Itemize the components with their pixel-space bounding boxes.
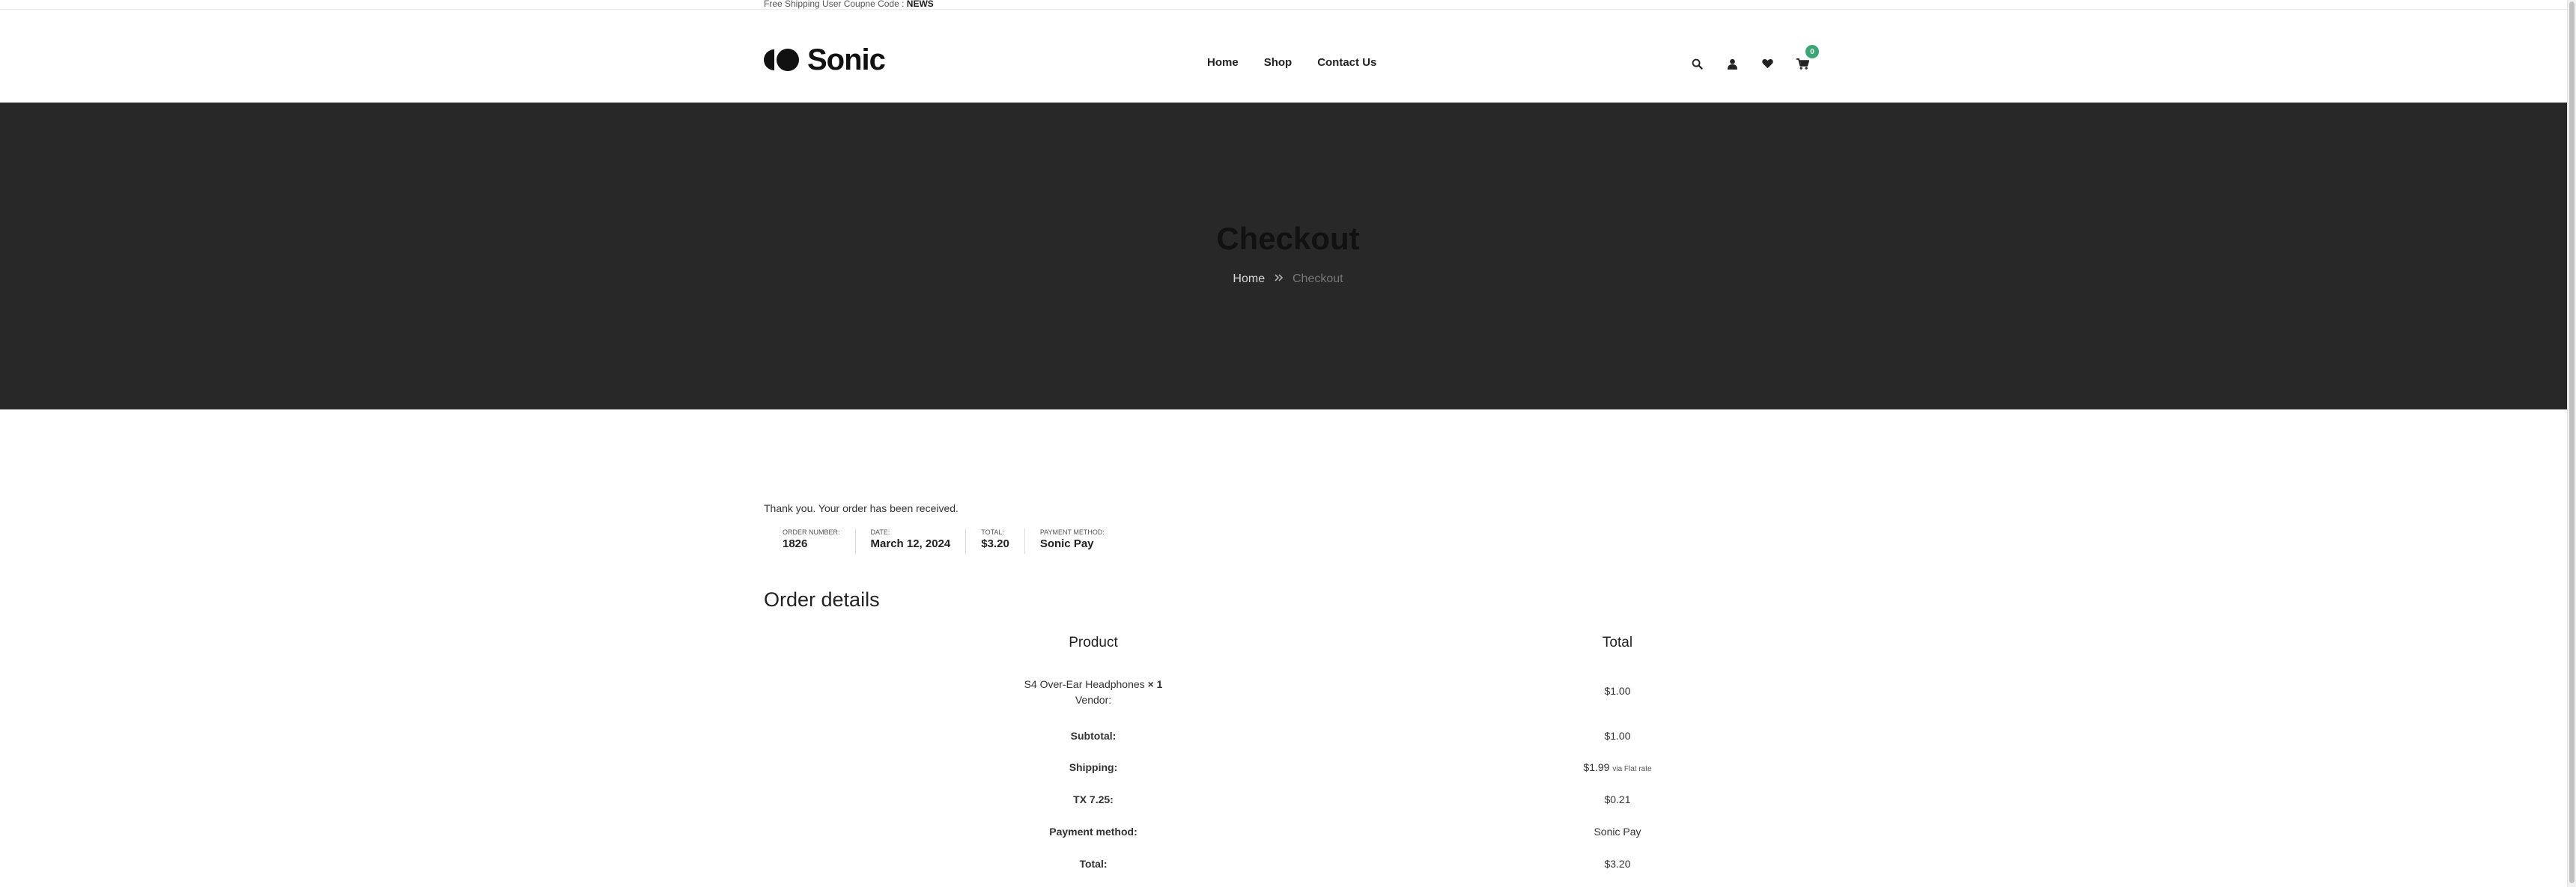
page-title: Checkout: [1216, 221, 1360, 256]
coupon-notice-text: Free Shipping User Coupne Code :: [764, 0, 905, 9]
shipping-label: Shipping:: [1069, 761, 1118, 773]
shipping-cell: $1.99 via Flat rate: [1423, 761, 1812, 773]
overview-label: Date:: [870, 528, 890, 536]
user-icon[interactable]: [1725, 56, 1740, 71]
overview-payment-method: Payment method: Sonic Pay: [1025, 528, 1120, 554]
wishlist-heart-icon[interactable]: [1760, 56, 1775, 71]
overview-label: Payment method:: [1039, 528, 1105, 536]
product-quantity: × 1: [1147, 678, 1163, 690]
shipping-value: $1.99: [1583, 761, 1610, 773]
product-total: $1.00: [1604, 685, 1631, 697]
site-header: Sonic Home Shop Contact Us 0: [0, 10, 2567, 103]
subtotal-value: $1.00: [1604, 730, 1631, 742]
payment-method-label: Payment method:: [1049, 826, 1137, 838]
breadcrumb: Home Checkout: [0, 272, 2576, 286]
overview-order-number: Order number: 1826: [764, 528, 856, 554]
product-vendor: Vendor:: [1075, 694, 1112, 706]
tax-value: $0.21: [1604, 793, 1631, 805]
order-received-notice: Thank you. Your order has been received.: [764, 502, 959, 514]
nav-contact-us[interactable]: Contact Us: [1317, 56, 1376, 69]
logo-text: Sonic: [807, 43, 886, 76]
double-chevron-right-icon: [1275, 272, 1284, 286]
order-total-label: Total:: [1079, 858, 1108, 870]
logo-mark-icon: [764, 49, 799, 71]
product-cell: S4 Over-Ear Headphones × 1 Vendor:: [764, 678, 1423, 710]
overview-date: Date: March 12, 2024: [856, 528, 967, 554]
order-overview: Order number: 1826 Date: March 12, 2024 …: [764, 528, 1120, 554]
nav-home[interactable]: Home: [1207, 56, 1239, 69]
site-logo[interactable]: Sonic: [764, 43, 886, 77]
product-name-link[interactable]: S4 Over-Ear Headphones: [1024, 678, 1145, 690]
page-scrollbar[interactable]: [2567, 0, 2576, 887]
column-header-total: Total: [1602, 635, 1633, 650]
search-icon[interactable]: [1689, 56, 1704, 71]
overview-label: Order number:: [783, 528, 840, 536]
column-header-product: Product: [1069, 635, 1118, 650]
payment-method-value: Sonic Pay: [1594, 826, 1641, 838]
nav-shop[interactable]: Shop: [1264, 56, 1292, 69]
overview-label: Total:: [981, 528, 1004, 536]
shipping-coupon-notice: Free Shipping User Coupne Code : NEWS: [764, 0, 934, 9]
breadcrumb-current: Checkout: [1292, 272, 1343, 286]
page-title-banner: Checkout Home Checkout: [0, 103, 2567, 409]
overview-value: $3.20: [981, 537, 1009, 550]
scrollbar-thumb[interactable]: [2569, 1, 2575, 883]
tax-label: TX 7.25:: [1073, 793, 1114, 805]
overview-total: Total: $3.20: [966, 528, 1025, 554]
breadcrumb-home-link[interactable]: Home: [1233, 272, 1265, 285]
overview-value: Sonic Pay: [1039, 537, 1094, 550]
overview-value: March 12, 2024: [870, 537, 951, 550]
top-announcement-bar: Free Shipping User Coupne Code : NEWS: [0, 0, 2567, 10]
cart-count-badge: 0: [1805, 45, 1819, 58]
cart-icon[interactable]: 0: [1795, 45, 1819, 71]
main-nav: Home Shop Contact Us: [1207, 56, 1376, 69]
overview-value: 1826: [783, 537, 808, 550]
shipping-method-note: via Flat rate: [1612, 765, 1652, 773]
subtotal-label: Subtotal:: [1070, 730, 1117, 742]
coupon-code: NEWS: [906, 0, 934, 9]
header-icons: 0: [1689, 45, 1819, 71]
order-details-heading: Order details: [764, 588, 880, 611]
order-total-value: $3.20: [1604, 858, 1631, 870]
